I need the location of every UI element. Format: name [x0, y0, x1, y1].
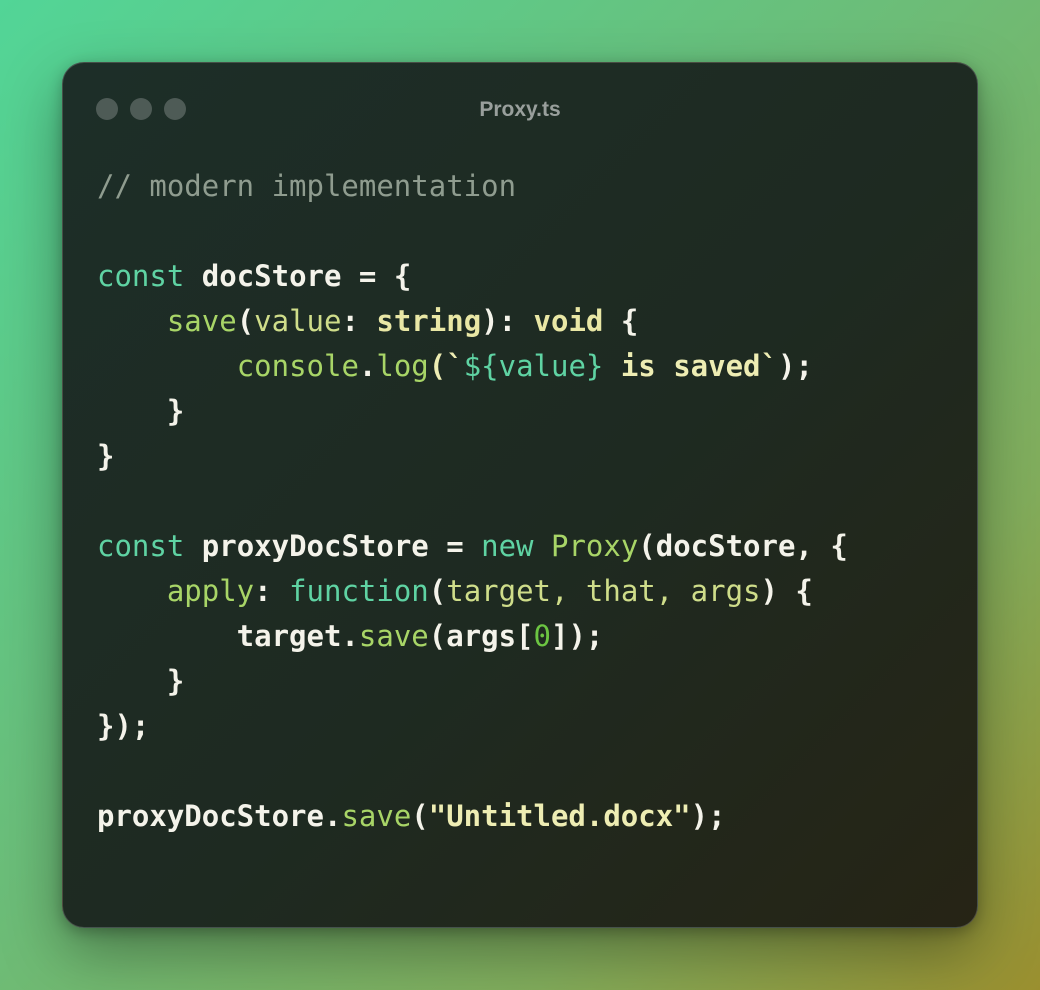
code-token: ) {: [760, 574, 813, 608]
code-token: }: [97, 664, 185, 698]
code-token: console: [236, 349, 359, 383]
code-line: apply: function(target, that, args) {: [97, 569, 848, 614]
code-token: save: [341, 799, 412, 833]
code-line: proxyDocStore.save("Untitled.docx");: [97, 794, 848, 839]
code-token: new: [481, 529, 534, 563]
code-line: const docStore = {: [97, 254, 848, 299]
code-token: ${value}: [463, 349, 604, 383]
code-token: apply: [166, 574, 255, 608]
code-token: // modern implementation: [97, 169, 517, 203]
window-titlebar: Proxy.ts: [63, 63, 977, 155]
code-token: (: [411, 799, 429, 833]
code-token: ):: [481, 304, 534, 338]
code-token: :: [341, 304, 377, 338]
code-token: );: [777, 349, 813, 383]
code-token: save: [166, 304, 237, 338]
code-token: save: [358, 619, 429, 653]
code-line: }: [97, 659, 848, 704]
code-token: (`: [428, 349, 464, 383]
code-token: proxyDocStore.: [97, 799, 342, 833]
code-token: (: [428, 574, 447, 608]
code-token: value: [254, 304, 342, 338]
code-token: void: [533, 304, 604, 338]
window-title: Proxy.ts: [479, 98, 561, 121]
code-token: }: [97, 439, 115, 473]
code-token: proxyDocStore =: [184, 529, 482, 563]
code-token: {: [603, 304, 639, 338]
code-token: target.: [97, 619, 359, 653]
code-token: Proxy: [550, 529, 639, 563]
code-token: }: [97, 394, 185, 428]
code-token: (args[: [428, 619, 534, 653]
code-line: });: [97, 704, 848, 749]
code-token: target, that, args: [446, 574, 761, 608]
code-token: });: [97, 709, 150, 743]
code-line: }: [97, 389, 848, 434]
code-token: .: [358, 349, 377, 383]
code-token: (: [236, 304, 255, 338]
code-line: }: [97, 434, 848, 479]
code-block: // modern implementation const docStore …: [97, 164, 848, 839]
code-token: const: [97, 529, 185, 563]
code-token: const: [97, 259, 185, 293]
code-window: Proxy.ts // modern implementation const …: [62, 62, 978, 928]
code-line: target.save(args[0]);: [97, 614, 848, 659]
code-token: 0: [533, 619, 551, 653]
code-token: is saved`: [603, 349, 778, 383]
code-line: save(value: string): void {: [97, 299, 848, 344]
code-line: console.log(`${value} is saved`);: [97, 344, 848, 389]
code-token: ]);: [550, 619, 604, 653]
code-token: );: [690, 799, 726, 833]
code-line: // modern implementation: [97, 164, 848, 209]
code-line: const proxyDocStore = new Proxy(docStore…: [97, 524, 848, 569]
code-token: "Untitled.docx": [428, 799, 691, 833]
code-token: log: [376, 349, 429, 383]
code-token: docStore = {: [184, 259, 412, 293]
code-token: string: [376, 304, 482, 338]
code-token: :: [254, 574, 290, 608]
code-token: (docStore, {: [638, 529, 848, 563]
code-token: function: [289, 574, 429, 608]
